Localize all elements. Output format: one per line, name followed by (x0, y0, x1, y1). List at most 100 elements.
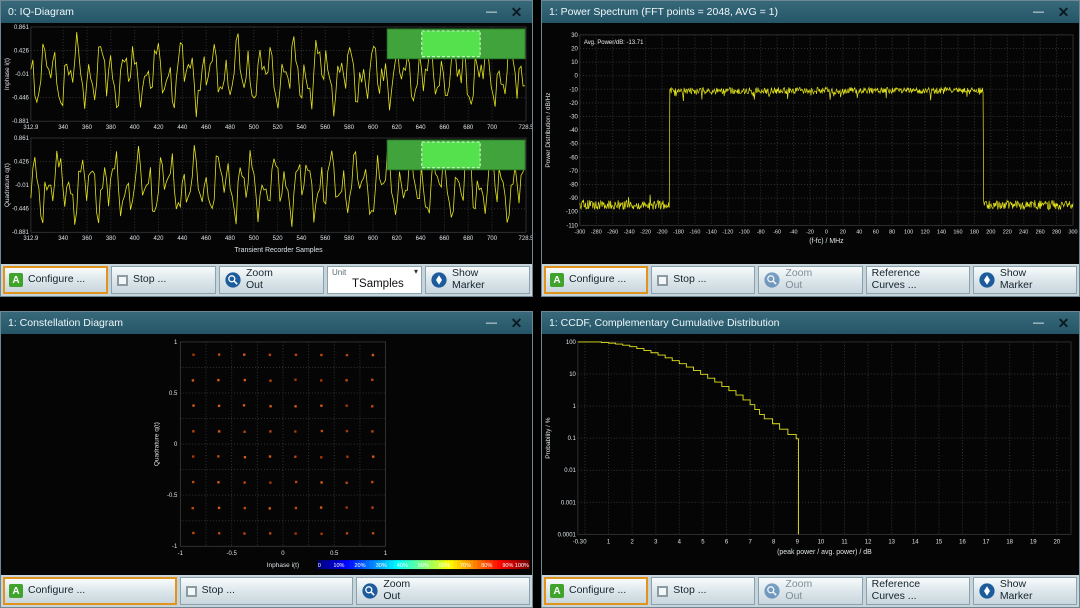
show-marker-button[interactable]: Show Marker (973, 577, 1077, 605)
show-marker-button[interactable]: Show Marker (973, 266, 1077, 294)
svg-text:4: 4 (678, 539, 682, 545)
svg-text:10: 10 (818, 539, 825, 545)
zoom-out-button[interactable]: Zoom Out (758, 577, 862, 605)
svg-text:20: 20 (840, 229, 846, 235)
svg-text:0.001: 0.001 (561, 500, 577, 506)
svg-text:312.9: 312.9 (23, 236, 39, 242)
minimize-button[interactable]: — (1026, 3, 1051, 21)
svg-text:60%: 60% (439, 563, 450, 569)
minimize-button[interactable]: — (479, 314, 504, 332)
configure-a-icon: A (550, 584, 564, 598)
svg-text:20%: 20% (354, 563, 365, 569)
svg-text:-260: -260 (607, 229, 618, 235)
configure-label: Configure ... (569, 274, 626, 286)
configure-a-icon: A (9, 584, 23, 598)
svg-text:-0.01: -0.01 (15, 183, 29, 189)
svg-text:-30: -30 (569, 115, 578, 121)
svg-text:580: 580 (344, 125, 355, 131)
svg-text:640: 640 (416, 125, 427, 131)
zoom-out-button[interactable]: Zoom Out (219, 266, 324, 294)
svg-text:Inphase i(t): Inphase i(t) (4, 58, 11, 90)
svg-text:580: 580 (344, 236, 355, 242)
svg-text:380: 380 (106, 125, 117, 131)
svg-text:280: 280 (1052, 229, 1061, 235)
close-icon[interactable]: ✕ (504, 3, 529, 21)
spectrum-chart: -300-280-260-240-220-200-180-160-140-120… (542, 23, 1079, 264)
svg-text:0.426: 0.426 (14, 48, 30, 54)
reference-curves-button[interactable]: Reference Curves ... (866, 266, 970, 294)
zoom-out-button[interactable]: Zoom Out (758, 266, 862, 294)
unit-caption: Unit (332, 268, 346, 277)
svg-text:Quadrature q(t): Quadrature q(t) (153, 422, 160, 466)
svg-text:100: 100 (566, 340, 577, 346)
marker-icon (431, 272, 447, 288)
svg-text:0: 0 (583, 539, 587, 545)
zoom-out-icon (764, 272, 780, 288)
svg-text:660: 660 (439, 125, 450, 131)
svg-text:360: 360 (82, 236, 93, 242)
show-marker-label: Show Marker (1000, 579, 1033, 602)
svg-text:420: 420 (154, 236, 165, 242)
svg-text:0.0001: 0.0001 (558, 532, 577, 538)
reference-curves-label: Reference Curves ... (872, 268, 920, 291)
stop-button[interactable]: Stop ... (651, 266, 755, 294)
svg-text:340: 340 (58, 125, 69, 131)
svg-text:Avg. Power/dB: -13.71: Avg. Power/dB: -13.71 (584, 40, 644, 46)
svg-text:40: 40 (856, 229, 862, 235)
stop-button[interactable]: Stop ... (651, 577, 755, 605)
minimize-button[interactable]: — (1026, 314, 1051, 332)
svg-text:1: 1 (384, 551, 388, 557)
unit-dropdown[interactable]: Unit TSamples ▾ (327, 266, 422, 294)
svg-text:-1: -1 (172, 544, 178, 550)
svg-text:-0.446: -0.446 (12, 207, 30, 213)
svg-text:640: 640 (416, 236, 427, 242)
svg-text:1: 1 (607, 539, 611, 545)
svg-text:40%: 40% (397, 563, 408, 569)
svg-text:600: 600 (368, 236, 379, 242)
stop-icon (657, 586, 668, 597)
stop-button[interactable]: Stop ... (111, 266, 216, 294)
close-icon[interactable]: ✕ (1051, 314, 1076, 332)
svg-text:80%: 80% (481, 563, 492, 569)
zoom-out-button[interactable]: Zoom Out (356, 577, 530, 605)
svg-text:312.9: 312.9 (23, 125, 39, 131)
reference-curves-button[interactable]: Reference Curves ... (866, 577, 970, 605)
close-icon[interactable]: ✕ (504, 314, 529, 332)
close-icon[interactable]: ✕ (1051, 3, 1076, 21)
configure-button[interactable]: A Configure ... (544, 266, 648, 294)
svg-text:620: 620 (392, 236, 403, 242)
svg-text:480: 480 (225, 125, 236, 131)
ccdf-window-title: 1: CCDF, Complementary Cumulative Distri… (549, 317, 1026, 329)
stop-label: Stop ... (673, 585, 706, 597)
svg-text:540: 540 (296, 125, 307, 131)
constellation-window-title: 1: Constellation Diagram (8, 317, 479, 329)
window-ccdf: 1: CCDF, Complementary Cumulative Distri… (541, 311, 1080, 608)
zoom-out-label: Zoom Out (246, 268, 273, 291)
svg-text:7: 7 (748, 539, 752, 545)
svg-text:2: 2 (630, 539, 634, 545)
svg-text:14: 14 (912, 539, 919, 545)
svg-text:Quadrature q(t): Quadrature q(t) (4, 163, 11, 207)
configure-button[interactable]: A Configure ... (3, 577, 177, 605)
stop-button[interactable]: Stop ... (180, 577, 354, 605)
configure-button[interactable]: A Configure ... (3, 266, 108, 294)
minimize-button[interactable]: — (479, 3, 504, 21)
stop-icon (657, 275, 668, 286)
svg-text:80: 80 (889, 229, 895, 235)
svg-text:300: 300 (1068, 229, 1077, 235)
svg-text:480: 480 (225, 236, 236, 242)
svg-text:-180: -180 (673, 229, 684, 235)
svg-text:Probability / %: Probability / % (545, 417, 552, 458)
spectrum-window-title: 1: Power Spectrum (FFT points = 2048, AV… (549, 6, 1026, 18)
svg-text:-60: -60 (569, 155, 578, 161)
svg-text:140: 140 (937, 229, 946, 235)
svg-text:17: 17 (983, 539, 990, 545)
configure-button[interactable]: A Configure ... (544, 577, 648, 605)
show-marker-button[interactable]: Show Marker (425, 266, 530, 294)
ccdf-titlebar: 1: CCDF, Complementary Cumulative Distri… (542, 312, 1079, 334)
reference-curves-label: Reference Curves ... (872, 579, 920, 602)
svg-text:660: 660 (439, 236, 450, 242)
svg-text:30%: 30% (376, 563, 387, 569)
svg-text:70%: 70% (460, 563, 471, 569)
svg-text:-220: -220 (640, 229, 651, 235)
